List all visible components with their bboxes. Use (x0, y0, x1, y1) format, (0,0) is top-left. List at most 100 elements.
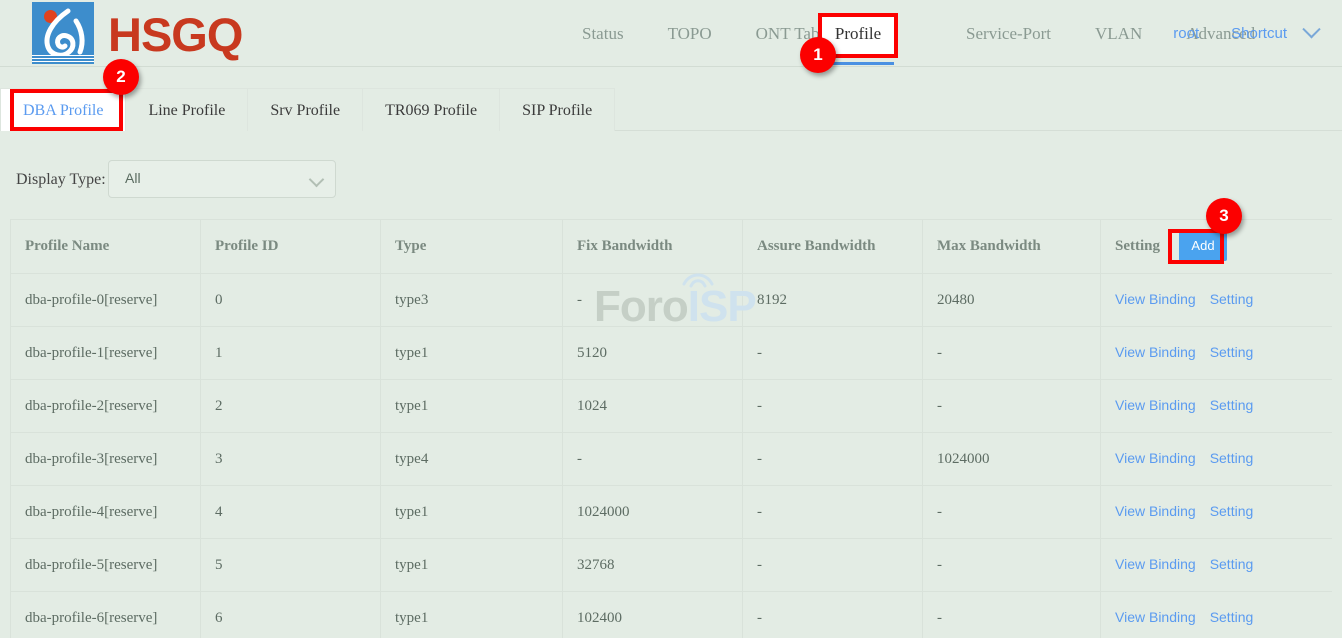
profile-subtabs: DBA Profile Line Profile Srv Profile TR0… (0, 67, 1342, 131)
nav-active-indicator (828, 62, 894, 65)
cell-assure-bandwidth: - (743, 327, 923, 380)
setting-link[interactable]: Setting (1210, 503, 1254, 519)
nav-item-vlan[interactable]: VLAN (1073, 0, 1164, 67)
cell-profile-name: dba-profile-3[reserve] (11, 433, 201, 486)
nav-item-status[interactable]: Status (560, 0, 646, 67)
display-type-label: Display Type: (16, 171, 106, 189)
setting-link[interactable]: Setting (1210, 344, 1254, 360)
cell-fix-bandwidth: 32768 (563, 539, 743, 592)
display-type-value: All (125, 170, 141, 186)
cell-fix-bandwidth: - (563, 274, 743, 327)
view-binding-link[interactable]: View Binding (1115, 291, 1196, 307)
table-row[interactable]: dba-profile-0[reserve] 0 type3 - 8192 20… (11, 274, 1333, 327)
nav-shortcut-label: Shortcut (1231, 25, 1287, 42)
cell-type: type4 (381, 433, 563, 486)
cell-fix-bandwidth: 1024 (563, 380, 743, 433)
chevron-down-icon[interactable] (1302, 20, 1320, 38)
logo-stripes-icon (32, 55, 94, 64)
cell-setting: View Binding Setting (1101, 433, 1333, 486)
cell-type: type1 (381, 380, 563, 433)
col-setting-label: Setting (1115, 238, 1160, 254)
brand-logo[interactable]: HSGQ (32, 2, 242, 64)
setting-link[interactable]: Setting (1210, 609, 1254, 625)
cell-assure-bandwidth: - (743, 592, 923, 638)
cell-fix-bandwidth: 5120 (563, 327, 743, 380)
view-binding-link[interactable]: View Binding (1115, 397, 1196, 413)
setting-link[interactable]: Setting (1210, 450, 1254, 466)
table-row[interactable]: dba-profile-1[reserve] 1 type1 5120 - - … (11, 327, 1333, 380)
annotation-badge-2: 2 (103, 59, 139, 95)
col-max-bandwidth: Max Bandwidth (923, 220, 1101, 274)
cell-type: type1 (381, 539, 563, 592)
page-root: HSGQ Status TOPO ONT Table Profile Servi… (0, 0, 1342, 638)
subtab-dba-profile[interactable]: DBA Profile (0, 88, 126, 131)
cell-setting: View Binding Setting (1101, 380, 1333, 433)
subtab-tr069-profile[interactable]: TR069 Profile (363, 88, 500, 131)
subtab-srv-profile[interactable]: Srv Profile (248, 88, 363, 131)
cell-profile-name: dba-profile-6[reserve] (11, 592, 201, 638)
cell-profile-id: 4 (201, 486, 381, 539)
view-binding-link[interactable]: View Binding (1115, 609, 1196, 625)
cell-fix-bandwidth: 1024000 (563, 486, 743, 539)
nav-item-topo[interactable]: TOPO (646, 0, 734, 67)
cell-assure-bandwidth: - (743, 433, 923, 486)
cell-profile-name: dba-profile-4[reserve] (11, 486, 201, 539)
cell-max-bandwidth: - (923, 327, 1101, 380)
annotation-badge-3: 3 (1206, 198, 1242, 234)
cell-profile-name: dba-profile-2[reserve] (11, 380, 201, 433)
view-binding-link[interactable]: View Binding (1115, 556, 1196, 572)
cell-setting: View Binding Setting (1101, 592, 1333, 638)
brand-name: HSGQ (108, 11, 242, 58)
col-fix-bandwidth: Fix Bandwidth (563, 220, 743, 274)
add-button[interactable]: Add (1179, 231, 1227, 261)
nav-item-service-port[interactable]: Service-Port (944, 0, 1073, 67)
cell-fix-bandwidth: - (563, 433, 743, 486)
annotation-badge-1: 1 (800, 37, 836, 73)
table-row[interactable]: dba-profile-2[reserve] 2 type1 1024 - - … (11, 380, 1333, 433)
cell-profile-id: 5 (201, 539, 381, 592)
nav-shortcut[interactable]: Shortcut (1217, 25, 1301, 42)
nav-user-root[interactable]: root (1159, 25, 1213, 42)
display-type-select[interactable]: All (108, 160, 336, 198)
col-assure-bandwidth: Assure Bandwidth (743, 220, 923, 274)
cell-type: type1 (381, 592, 563, 638)
table-row[interactable]: dba-profile-4[reserve] 4 type1 1024000 -… (11, 486, 1333, 539)
cell-profile-id: 0 (201, 274, 381, 327)
table-row[interactable]: dba-profile-5[reserve] 5 type1 32768 - -… (11, 539, 1333, 592)
table-row[interactable]: dba-profile-6[reserve] 6 type1 102400 - … (11, 592, 1333, 638)
cell-setting: View Binding Setting (1101, 274, 1333, 327)
table-header-row: Profile Name Profile ID Type Fix Bandwid… (11, 220, 1333, 274)
cell-profile-id: 6 (201, 592, 381, 638)
cell-type: type1 (381, 327, 563, 380)
subtab-sip-profile[interactable]: SIP Profile (500, 88, 615, 131)
dba-profile-table-wrap: Profile Name Profile ID Type Fix Bandwid… (10, 219, 1332, 638)
view-binding-link[interactable]: View Binding (1115, 450, 1196, 466)
cell-assure-bandwidth: - (743, 380, 923, 433)
hsgq-logo-icon (32, 2, 94, 64)
col-type: Type (381, 220, 563, 274)
chevron-down-icon (309, 172, 325, 188)
table-body: dba-profile-0[reserve] 0 type3 - 8192 20… (11, 274, 1333, 638)
cell-setting: View Binding Setting (1101, 486, 1333, 539)
cell-type: type3 (381, 274, 563, 327)
view-binding-link[interactable]: View Binding (1115, 344, 1196, 360)
setting-link[interactable]: Setting (1210, 291, 1254, 307)
table-row[interactable]: dba-profile-3[reserve] 3 type4 - - 10240… (11, 433, 1333, 486)
cell-assure-bandwidth: 8192 (743, 274, 923, 327)
view-binding-link[interactable]: View Binding (1115, 503, 1196, 519)
cell-max-bandwidth: 20480 (923, 274, 1101, 327)
setting-link[interactable]: Setting (1210, 397, 1254, 413)
cell-profile-name: dba-profile-5[reserve] (11, 539, 201, 592)
cell-profile-id: 1 (201, 327, 381, 380)
cell-setting: View Binding Setting (1101, 327, 1333, 380)
cell-max-bandwidth: - (923, 380, 1101, 433)
setting-link[interactable]: Setting (1210, 556, 1254, 572)
cell-max-bandwidth: - (923, 539, 1101, 592)
cell-max-bandwidth: - (923, 592, 1101, 638)
cell-profile-id: 3 (201, 433, 381, 486)
col-profile-name: Profile Name (11, 220, 201, 274)
col-profile-id: Profile ID (201, 220, 381, 274)
cell-max-bandwidth: - (923, 486, 1101, 539)
subtab-line-profile[interactable]: Line Profile (126, 88, 248, 131)
cell-type: type1 (381, 486, 563, 539)
